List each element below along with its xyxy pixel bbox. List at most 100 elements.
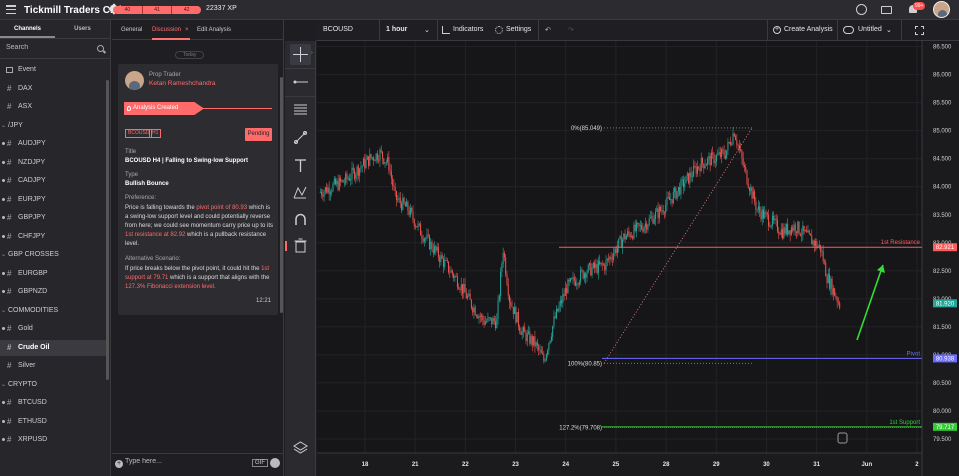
channel-group[interactable]: ⌄ GBP CROSSES [0,247,106,263]
redo-icon[interactable]: ↷ [568,26,574,34]
message-input[interactable] [125,458,235,465]
channel-item[interactable]: # CADJPY [0,173,106,189]
candle-body [827,274,829,284]
fullscreen-icon[interactable] [915,26,924,35]
cloud-icon[interactable] [843,26,854,34]
channel-item[interactable]: # AUDJPY [0,136,106,152]
globe-icon[interactable] [856,4,867,15]
time-tick-label: 18 [362,462,369,468]
time-tick-label: 31 [813,462,820,468]
candle-body [474,307,476,316]
candle-body [319,191,321,193]
price-chart[interactable]: 79.50080.00080.50081.00081.50082.00082.5… [317,41,959,476]
candle-body [703,163,705,169]
header-divider [901,20,902,41]
tab-discussion[interactable]: Discussion [152,27,191,40]
tab-close-icon[interactable]: × [185,27,189,33]
hash-icon: # [7,268,12,278]
symbol-input[interactable]: BCOUSD [323,26,353,33]
sidebar-item-event[interactable]: Event [0,62,106,78]
indicators-icon[interactable] [442,26,450,34]
chevron-down-icon[interactable]: ⌄ [1,247,6,263]
header-divider [379,20,380,41]
channel-group[interactable]: ⌄ CRYPTO [0,377,106,393]
candle-body [636,222,637,231]
emoji-icon[interactable] [270,458,280,468]
tab-users[interactable]: Users [55,20,110,38]
channel-item[interactable]: # Silver [0,358,106,374]
search-input[interactable] [6,44,86,51]
channel-item[interactable]: # EURGBP [0,266,106,282]
author-avatar[interactable] [125,71,144,90]
tab-edit-analysis[interactable]: Edit Analysis [197,27,231,33]
chevron-down-icon[interactable]: ⌄ [1,303,6,319]
channel-group[interactable]: ⌄ COMMODITIES [0,303,106,319]
settings-button[interactable]: Settings [506,26,531,33]
avatar[interactable] [933,1,950,18]
channel-item[interactable]: # Gold [0,321,106,337]
channel-item[interactable]: # EURJPY [0,192,106,208]
chart-canvas[interactable]: 79.50080.00080.50081.00081.50082.00082.5… [317,41,959,476]
candle-body [503,253,505,258]
channel-item[interactable]: # XRPUSD [0,432,106,448]
undo-icon[interactable]: ↶ [545,26,551,34]
text-tool-icon[interactable] [290,155,311,176]
crosshair-icon[interactable] [290,44,311,65]
chevron-down-icon[interactable]: ⌄ [424,26,430,34]
level-price-text: 80.938 [936,356,955,362]
gear-icon[interactable] [495,26,503,34]
pattern-icon[interactable] [290,182,311,203]
channel-item[interactable]: # DAX [0,81,106,97]
candle-body [790,227,792,235]
chevron-down-icon[interactable]: ⌄ [1,377,6,393]
tab-channels[interactable]: Channels [0,20,55,38]
interval-select[interactable]: 1 hour [386,26,407,33]
fib-levels-icon[interactable] [290,99,311,120]
candle-body [649,217,651,219]
candle-body [531,336,533,345]
author-name[interactable]: Ketan Rameshchandra [149,80,216,87]
channel-item[interactable]: # ETHUSD [0,414,106,430]
magnet-icon[interactable] [290,209,311,230]
trend-line-icon[interactable] [290,127,311,148]
channel-item[interactable]: # NZDJPY [0,155,106,171]
unread-dot [2,438,5,441]
candle-body [766,212,768,215]
time-axis[interactable] [317,453,922,476]
sidebar-scrollbar[interactable] [106,80,109,380]
trash-icon[interactable] [290,235,311,256]
candle-body [779,233,781,235]
indicators-button[interactable]: Indicators [453,26,483,33]
candle-body [676,191,678,199]
gif-button[interactable]: GIF [252,459,268,467]
status-badge[interactable]: Pending [245,128,272,141]
fib-trend-line[interactable] [603,127,753,364]
channel-item[interactable]: # ASX [0,99,106,115]
tool-expand-icon[interactable]: › [311,50,313,56]
search-icon[interactable] [97,45,104,52]
chevron-down-icon[interactable]: ⌄ [1,118,6,134]
layers-icon[interactable] [290,437,311,458]
layout-name[interactable]: Untitled [858,26,882,33]
channel-item[interactable]: # GBPNZD [0,284,106,300]
channel-label: GBPNZD [18,288,48,295]
discussion-scrollbar[interactable] [280,77,283,313]
channel-item[interactable]: # GBPJPY [0,210,106,226]
mail-icon[interactable] [881,6,892,14]
candle-body [371,157,373,159]
channel-item[interactable]: # CHFJPY [0,229,106,245]
channel-item[interactable]: # Crude Oil [0,339,106,356]
lock-icon[interactable] [837,432,848,444]
channel-group[interactable]: ⌄/JPY [0,118,106,134]
discussion-panel: General Discussion × Edit Analysis Today… [112,20,284,476]
channel-item[interactable]: # BTCUSD [0,395,106,411]
hamburger-menu-icon[interactable] [6,5,16,14]
chevron-down-icon[interactable]: ⌄ [886,26,892,34]
projection-arrow[interactable] [856,264,884,341]
candle-body [826,276,828,284]
horizontal-line-icon[interactable] [290,71,311,92]
plus-circle-icon[interactable]: + [773,26,781,34]
add-attachment-icon[interactable]: + [115,460,123,468]
create-analysis-button[interactable]: Create Analysis [784,26,833,33]
tab-general[interactable]: General [121,27,142,33]
